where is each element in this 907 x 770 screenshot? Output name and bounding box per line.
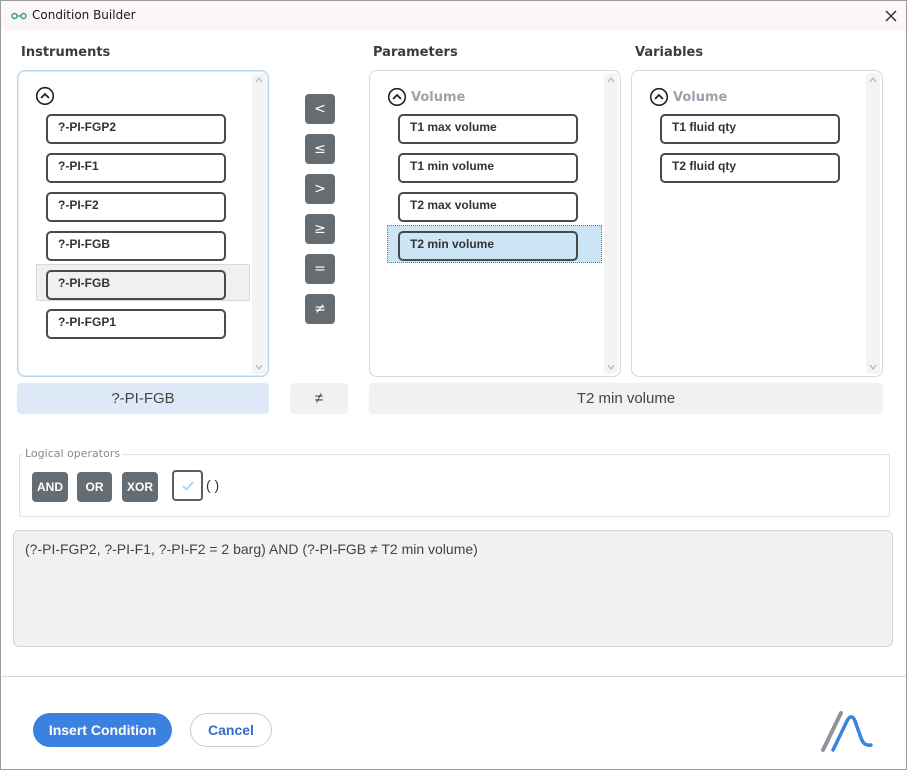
condition-builder-window: Condition Builder Instruments Parameters… bbox=[0, 0, 907, 770]
variables-list[interactable]: Volume T1 fluid qty T2 fluid qty bbox=[631, 70, 883, 377]
collapse-icon[interactable] bbox=[649, 87, 669, 107]
selected-operator-field[interactable]: ≠ bbox=[290, 383, 348, 414]
collapse-icon[interactable] bbox=[35, 86, 55, 106]
connector-icon bbox=[11, 12, 27, 20]
scroll-up-icon[interactable] bbox=[869, 77, 877, 83]
scroll-down-icon[interactable] bbox=[869, 364, 877, 370]
instrument-item[interactable]: ?-PI-FGB bbox=[46, 231, 226, 261]
variable-item[interactable]: T1 fluid qty bbox=[660, 114, 840, 144]
collapse-icon[interactable] bbox=[387, 87, 407, 107]
parameter-item[interactable]: T2 max volume bbox=[398, 192, 578, 222]
greater-than-button[interactable]: > bbox=[305, 174, 335, 204]
parameters-group-header[interactable]: Volume bbox=[387, 87, 465, 107]
or-button[interactable]: OR bbox=[77, 472, 112, 502]
footer-divider bbox=[2, 676, 906, 677]
greater-equal-button[interactable]: ≥ bbox=[305, 214, 335, 244]
parameter-item[interactable]: T1 min volume bbox=[398, 153, 578, 183]
variables-group-label: Volume bbox=[673, 89, 728, 105]
parameters-label: Parameters bbox=[373, 45, 458, 60]
xor-button[interactable]: XOR bbox=[122, 472, 158, 502]
instrument-item[interactable]: ?-PI-FGB bbox=[46, 270, 226, 300]
not-equal-button[interactable]: ≠ bbox=[305, 294, 335, 324]
less-than-button[interactable]: < bbox=[305, 94, 335, 124]
instrument-item[interactable]: ?-PI-FGP2 bbox=[46, 114, 226, 144]
brand-logo bbox=[821, 711, 873, 752]
scroll-up-icon[interactable] bbox=[255, 77, 263, 83]
variables-scrollbar[interactable] bbox=[866, 73, 880, 374]
close-icon[interactable] bbox=[879, 4, 903, 28]
and-button[interactable]: AND bbox=[32, 472, 68, 502]
parameter-item[interactable]: T2 min volume bbox=[398, 231, 578, 261]
parameters-list[interactable]: Volume T1 max volume T1 min volume T2 ma… bbox=[369, 70, 621, 377]
parameters-scrollbar[interactable] bbox=[604, 73, 618, 374]
variables-label: Variables bbox=[635, 45, 704, 60]
instrument-item[interactable]: ?-PI-F2 bbox=[46, 192, 226, 222]
parameter-item[interactable]: T1 max volume bbox=[398, 114, 578, 144]
logical-operators-label: Logical operators bbox=[23, 447, 123, 460]
scroll-down-icon[interactable] bbox=[255, 364, 263, 370]
parentheses-label: ( ) bbox=[206, 477, 220, 493]
variable-item[interactable]: T2 fluid qty bbox=[660, 153, 840, 183]
condition-expression[interactable]: (?-PI-FGP2, ?-PI-F1, ?-PI-F2 = 2 barg) A… bbox=[13, 530, 893, 647]
variables-group-header[interactable]: Volume bbox=[649, 87, 727, 107]
window-title: Condition Builder bbox=[32, 8, 136, 22]
instrument-item[interactable]: ?-PI-FGP1 bbox=[46, 309, 226, 339]
parameters-group-label: Volume bbox=[411, 89, 466, 105]
instruments-list[interactable]: ?-PI-FGP2 ?-PI-F1 ?-PI-F2 ?-PI-FGB ?-PI-… bbox=[17, 70, 269, 377]
selected-parameter-field[interactable]: T2 min volume bbox=[369, 383, 883, 414]
title-bar: Condition Builder bbox=[1, 1, 906, 31]
less-equal-button[interactable]: ≤ bbox=[305, 134, 335, 164]
instruments-scrollbar[interactable] bbox=[252, 73, 266, 374]
scroll-down-icon[interactable] bbox=[607, 364, 615, 370]
check-icon bbox=[181, 480, 194, 491]
insert-condition-button[interactable]: Insert Condition bbox=[33, 713, 172, 747]
selected-instrument-field[interactable]: ?-PI-FGB bbox=[17, 383, 269, 414]
cancel-button[interactable]: Cancel bbox=[190, 713, 272, 747]
equal-button[interactable]: = bbox=[305, 254, 335, 284]
instrument-item[interactable]: ?-PI-F1 bbox=[46, 153, 226, 183]
scroll-up-icon[interactable] bbox=[607, 77, 615, 83]
instruments-group-header[interactable] bbox=[35, 86, 55, 106]
parentheses-checkbox[interactable] bbox=[172, 470, 203, 501]
instruments-label: Instruments bbox=[21, 45, 111, 60]
